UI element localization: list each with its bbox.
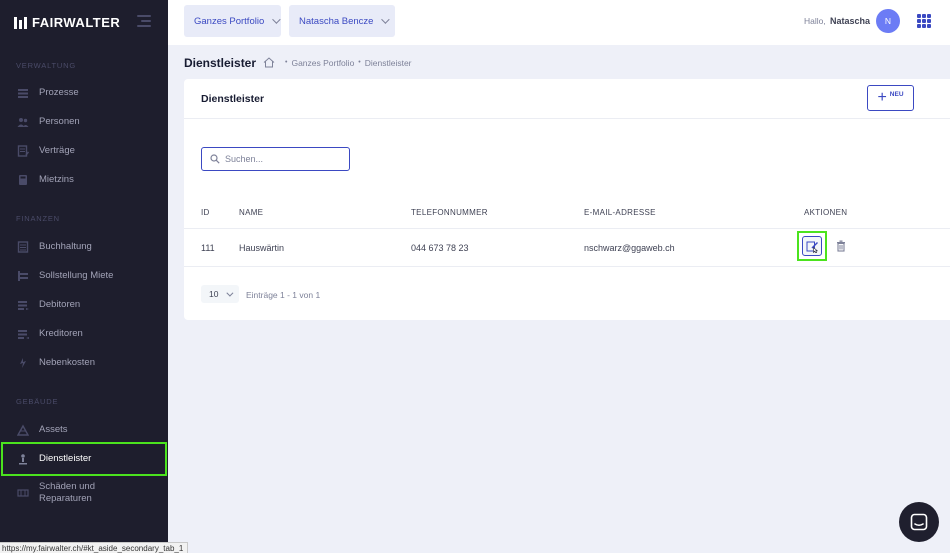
- apps-grid-icon[interactable]: [917, 14, 931, 28]
- page-size-value: 10: [209, 289, 219, 299]
- chevron-down-icon: [381, 15, 391, 24]
- row-phone: 044 673 78 23: [411, 243, 469, 253]
- sidebar-item-label: Sollstellung Miete: [39, 270, 114, 281]
- column-header-email[interactable]: E-MAIL-ADRESSE: [584, 208, 656, 217]
- sidebar-item-debitoren[interactable]: Debitoren: [0, 290, 168, 319]
- sidebar-item-nebenkosten[interactable]: Nebenkosten: [0, 348, 168, 377]
- person-dropdown-label: Natascha Bencze: [299, 15, 374, 27]
- chat-launcher-button[interactable]: [899, 502, 939, 542]
- home-icon[interactable]: [263, 57, 275, 68]
- contracts-icon: [17, 144, 29, 157]
- row-divider: [184, 266, 950, 267]
- section-gebaeude: GEBÄUDE: [16, 397, 59, 406]
- page-size-select[interactable]: 10: [201, 285, 239, 303]
- greeting: Hallo,: [804, 16, 826, 26]
- sidebar-item-label: Schäden und Reparaturen: [39, 481, 95, 504]
- sidebar-item-label: Prozesse: [39, 87, 79, 98]
- edit-icon: [806, 241, 818, 253]
- sidebar-item-label: Verträge: [39, 145, 75, 156]
- search-icon: [210, 154, 220, 164]
- search-field[interactable]: [201, 147, 350, 171]
- row-id: 111: [201, 243, 215, 253]
- people-icon: [17, 116, 29, 128]
- edit-button-inner: [802, 236, 822, 256]
- portfolio-dropdown[interactable]: Ganzes Portfolio: [184, 5, 281, 37]
- debtors-icon: [17, 299, 29, 311]
- sidebar-item-buchhaltung[interactable]: Buchhaltung: [0, 232, 168, 261]
- assets-icon: [17, 424, 29, 436]
- column-header-actions: AKTIONEN: [804, 208, 848, 217]
- sidebar-item-prozesse[interactable]: Prozesse: [0, 78, 168, 107]
- row-email: nschwarz@ggaweb.ch: [584, 243, 675, 253]
- service-providers-card: Dienstleister + NEU ID NAME TELEFONNUMME…: [184, 79, 950, 320]
- breadcrumb-separator: •: [358, 59, 361, 66]
- damages-icon: [17, 487, 29, 499]
- new-button[interactable]: + NEU: [867, 85, 914, 111]
- column-header-name[interactable]: NAME: [239, 208, 263, 217]
- sidebar-item-sollstellung-miete[interactable]: Sollstellung Miete: [0, 261, 168, 290]
- dienstleister-highlight: [1, 442, 167, 476]
- sidebar-item-mietzins[interactable]: Mietzins: [0, 165, 168, 194]
- top-header: Ganzes Portfolio Natascha Bencze Hallo, …: [168, 0, 950, 45]
- sidebar: FAIRWALTER VERWALTUNG Prozesse Personen …: [0, 0, 168, 553]
- sidebar-item-label: Mietzins: [39, 174, 74, 185]
- card-header: Dienstleister + NEU: [184, 79, 950, 119]
- fairwalter-logo-icon: [14, 16, 27, 29]
- edit-button[interactable]: [797, 231, 827, 261]
- person-dropdown[interactable]: Natascha Bencze: [289, 5, 395, 37]
- breadcrumb-item-dienstleister[interactable]: Dienstleister: [365, 58, 412, 68]
- creditors-icon: [17, 328, 29, 340]
- breadcrumb-separator: •: [285, 59, 288, 66]
- column-header-phone[interactable]: TELEFONNUMMER: [411, 208, 488, 217]
- column-header-id[interactable]: ID: [201, 208, 210, 217]
- accounting-icon: [17, 240, 29, 253]
- entries-info: Einträge 1 - 1 von 1: [246, 290, 321, 300]
- plus-icon: +: [877, 89, 887, 106]
- sidebar-item-assets[interactable]: Assets: [0, 415, 168, 444]
- rent-icon: [17, 174, 29, 186]
- new-button-label: NEU: [889, 90, 904, 98]
- avatar[interactable]: N: [876, 9, 900, 33]
- status-bar-url: https://my.fairwalter.ch/#kt_aside_secon…: [0, 542, 189, 553]
- row-name: Hauswärtin: [239, 243, 285, 253]
- sidebar-item-vertraege[interactable]: Verträge: [0, 136, 168, 165]
- sidebar-item-schaeden-reparaturen[interactable]: Schäden und Reparaturen: [0, 477, 168, 509]
- sidebar-item-label: Nebenkosten: [39, 357, 95, 368]
- processes-icon: [17, 87, 29, 99]
- portfolio-dropdown-label: Ganzes Portfolio: [194, 15, 265, 27]
- section-verwaltung: VERWALTUNG: [16, 61, 76, 70]
- utility-costs-icon: [17, 357, 29, 369]
- sidebar-item-personen[interactable]: Personen: [0, 107, 168, 136]
- rent-debit-icon: [17, 270, 29, 282]
- chevron-down-icon: [272, 15, 281, 24]
- sidebar-item-label: Assets: [39, 424, 68, 435]
- sidebar-item-kreditoren[interactable]: Kreditoren: [0, 319, 168, 348]
- chat-icon: [910, 513, 928, 531]
- breadcrumb: • Ganzes Portfolio • Dienstleister: [263, 57, 412, 68]
- header-divider: [184, 228, 950, 229]
- chevron-down-icon: [226, 289, 234, 297]
- sidebar-item-label: Debitoren: [39, 299, 81, 310]
- brand-name: FAIRWALTER: [32, 15, 121, 30]
- page-title: Dienstleister: [184, 56, 257, 70]
- trash-icon: [837, 240, 845, 252]
- delete-button[interactable]: [834, 237, 848, 255]
- search-input[interactable]: [225, 154, 335, 164]
- section-finanzen: FINANZEN: [16, 214, 60, 223]
- sidebar-toggle-icon[interactable]: [137, 15, 151, 27]
- user-name[interactable]: Natascha: [830, 16, 870, 26]
- breadcrumb-item-portfolio[interactable]: Ganzes Portfolio: [291, 58, 354, 68]
- sidebar-item-label: Buchhaltung: [39, 241, 92, 252]
- sidebar-item-label: Personen: [39, 116, 80, 127]
- card-title: Dienstleister: [201, 93, 265, 105]
- sidebar-item-label: Kreditoren: [39, 328, 83, 339]
